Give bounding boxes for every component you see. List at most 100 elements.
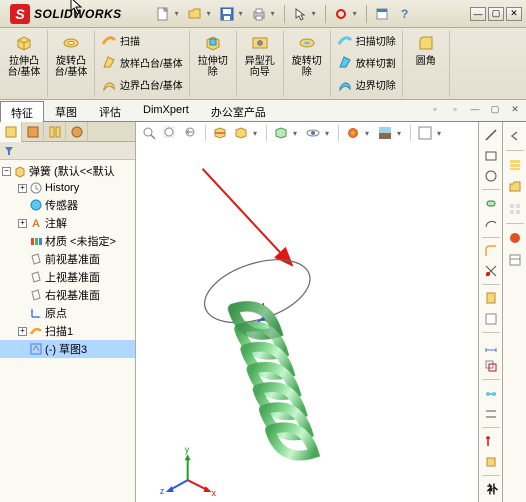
tree-top-plane[interactable]: 上视基准面 [0, 268, 135, 286]
zoom-fit-button[interactable] [140, 124, 158, 142]
text-tool[interactable]: 补 [481, 480, 501, 498]
view-orientation-button[interactable] [232, 124, 250, 142]
view-settings-button[interactable] [416, 124, 434, 142]
tree-annotations[interactable]: +A注解 [0, 214, 135, 232]
fillet-button[interactable]: 圆角 [406, 30, 446, 69]
view-settings-dropdown[interactable]: ▾ [437, 129, 445, 138]
select-dropdown[interactable]: ▾ [312, 9, 320, 18]
print-dropdown[interactable]: ▾ [271, 9, 279, 18]
new-dropdown[interactable]: ▾ [175, 9, 183, 18]
boundary-cut-button[interactable]: 边界切除 [334, 74, 399, 94]
display-style-dropdown[interactable]: ▾ [293, 129, 301, 138]
open-file-button[interactable] [185, 4, 205, 24]
extrude-cut-button[interactable]: 拉伸切除 [193, 30, 233, 80]
custom-props-button[interactable] [505, 250, 525, 270]
tree-sensors[interactable]: 传感器 [0, 196, 135, 214]
logo-area: S SOLIDWORKS [4, 4, 128, 24]
revolve-boss-button[interactable]: 旋转凸台/基体 [51, 30, 91, 80]
tab-evaluate[interactable]: 评估 [88, 100, 132, 121]
swept-cut-button[interactable]: 扫描切除 [334, 30, 399, 50]
section-view-button[interactable] [211, 124, 229, 142]
tree-origin[interactable]: 原点 [0, 304, 135, 322]
appearance-dropdown[interactable]: ▾ [365, 129, 373, 138]
appearance-button[interactable] [344, 124, 362, 142]
constraint1-tool[interactable] [481, 384, 501, 402]
feature-tabs: 特征 草图 评估 DimXpert 办公室产品 ▫ ▫ — ▢ ✕ [0, 100, 526, 122]
design-lib-button[interactable] [505, 155, 525, 175]
print-button[interactable] [249, 4, 269, 24]
file-explorer-button[interactable] [505, 177, 525, 197]
prev-view-button[interactable] [182, 124, 200, 142]
revolve-cut-button[interactable]: 旋转切除 [287, 30, 327, 80]
minimize-button[interactable]: — [470, 7, 486, 21]
rebuild-button[interactable] [331, 4, 351, 24]
tree-material[interactable]: 材质 <未指定> [0, 232, 135, 250]
tree-sketch3[interactable]: (-) 草图3 [0, 340, 135, 358]
tree-sweep1[interactable]: +扫描1 [0, 322, 135, 340]
new-file-button[interactable] [153, 4, 173, 24]
tab-dimxpert[interactable]: DimXpert [132, 100, 200, 121]
help-button[interactable]: ? [394, 4, 414, 24]
save-dropdown[interactable]: ▾ [239, 9, 247, 18]
misc1-tool[interactable] [481, 432, 501, 450]
maximize-button[interactable]: ▢ [488, 7, 504, 21]
mdi-restore2[interactable]: ▫ [448, 102, 462, 116]
tree-root[interactable]: −弹簧 (默认<<默认 [0, 162, 135, 180]
close-button[interactable]: ✕ [506, 7, 522, 21]
mdi-restore1[interactable]: ▫ [428, 102, 442, 116]
panel-tab-feature-tree[interactable] [0, 122, 22, 142]
lofted-boss-button[interactable]: 放样凸台/基体 [98, 52, 186, 72]
tree-right-plane[interactable]: 右视基准面 [0, 286, 135, 304]
tree-history[interactable]: +History [0, 180, 135, 196]
corner-rect-tool[interactable] [481, 146, 501, 164]
viewport[interactable]: ▾ ▾ ▾ ▾ ▾ ▾ [136, 122, 478, 502]
arc-tool[interactable] [481, 214, 501, 232]
circle-tool[interactable] [481, 167, 501, 185]
offset-tool[interactable] [481, 357, 501, 375]
slot-tool[interactable] [481, 194, 501, 212]
brand-text: SOLIDWORKS [34, 7, 122, 21]
svg-text:z: z [160, 486, 165, 496]
panel-tab-display[interactable] [66, 122, 88, 142]
rebuild-dropdown[interactable]: ▾ [353, 9, 361, 18]
trim-tool[interactable] [481, 262, 501, 280]
mdi-maximize[interactable]: ▢ [488, 102, 502, 116]
hide-show-button[interactable] [304, 124, 322, 142]
model-canvas[interactable]: y x z [136, 144, 478, 502]
tab-office[interactable]: 办公室产品 [200, 100, 277, 121]
smart-dim-tool[interactable] [481, 337, 501, 355]
filter-bar[interactable] [0, 142, 135, 160]
tab-sketch[interactable]: 草图 [44, 100, 88, 121]
open-dropdown[interactable]: ▾ [207, 9, 215, 18]
panel-tab-property[interactable] [22, 122, 44, 142]
view-palette-button[interactable] [505, 199, 525, 219]
line-tool[interactable] [481, 126, 501, 144]
task-arrow[interactable] [505, 126, 525, 146]
swept-boss-button[interactable]: 扫描 [98, 30, 186, 50]
hole-wizard-button[interactable]: 异型孔向导 [240, 30, 280, 80]
hide-show-dropdown[interactable]: ▾ [325, 129, 333, 138]
appearance-lib-button[interactable] [505, 228, 525, 248]
scene-dropdown[interactable]: ▾ [397, 129, 405, 138]
scene-button[interactable] [376, 124, 394, 142]
save-button[interactable] [217, 4, 237, 24]
constraint2-tool[interactable] [481, 405, 501, 423]
zoom-area-button[interactable] [161, 124, 179, 142]
extrude-boss-button[interactable]: 拉伸凸台/基体 [4, 30, 44, 80]
view-orientation-dropdown[interactable]: ▾ [253, 129, 261, 138]
display-style-button[interactable] [272, 124, 290, 142]
options-button[interactable] [372, 4, 392, 24]
fillet-tool[interactable] [481, 242, 501, 260]
lofted-cut-button[interactable]: 放样切割 [334, 52, 399, 72]
misc2-tool[interactable] [481, 452, 501, 470]
boundary-boss-button[interactable]: 边界凸台/基体 [98, 74, 186, 94]
tab-features[interactable]: 特征 [0, 101, 44, 122]
mdi-close[interactable]: ✕ [508, 102, 522, 116]
panel-tab-config[interactable] [44, 122, 66, 142]
lib1-icon[interactable] [481, 289, 501, 307]
lib2-icon[interactable] [481, 310, 501, 328]
select-button[interactable] [290, 4, 310, 24]
tree-front-plane[interactable]: 前视基准面 [0, 250, 135, 268]
svg-text:?: ? [401, 7, 408, 21]
mdi-minimize[interactable]: — [468, 102, 482, 116]
